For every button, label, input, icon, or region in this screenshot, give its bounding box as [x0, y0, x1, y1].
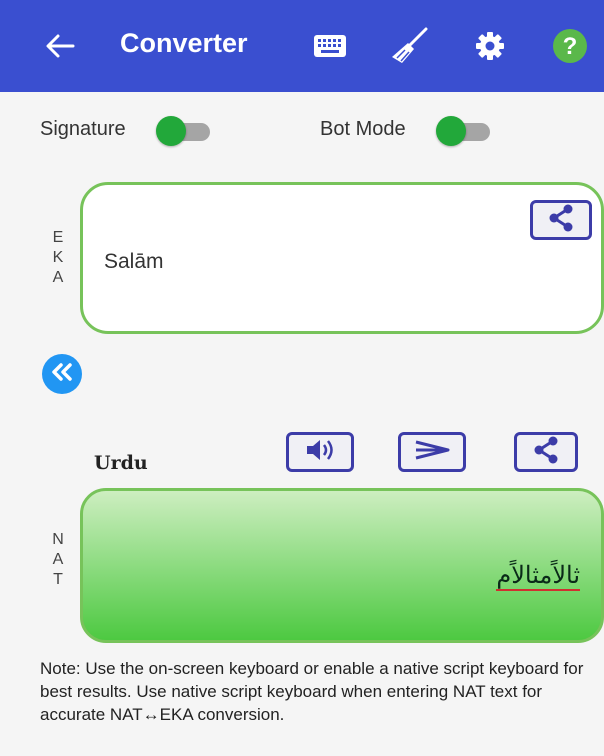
bot-mode-toggle[interactable]: [436, 116, 494, 146]
signature-toggle[interactable]: [156, 116, 214, 146]
page-title: Converter: [120, 28, 248, 58]
back-arrow-icon[interactable]: [38, 26, 82, 66]
speak-button[interactable]: [286, 432, 354, 472]
share-icon: [531, 436, 561, 469]
swap-direction-button[interactable]: [42, 354, 82, 394]
language-label: Urdu: [94, 452, 148, 474]
nat-share-button[interactable]: [514, 432, 578, 472]
nat-text[interactable]: ثالاًمثالاًم: [496, 562, 580, 591]
nat-side-label: N A T: [52, 531, 64, 588]
speaker-icon: [304, 437, 336, 468]
keyboard-icon[interactable]: [308, 26, 352, 66]
send-button[interactable]: [398, 432, 466, 472]
share-icon: [546, 204, 576, 237]
broom-icon[interactable]: [384, 26, 432, 66]
gear-icon[interactable]: [468, 26, 512, 66]
app-bar: Converter ?: [0, 0, 604, 92]
double-chevron-left-icon: [51, 362, 73, 387]
bot-mode-label: Bot Mode: [320, 118, 406, 140]
signature-label: Signature: [40, 118, 126, 140]
eka-text[interactable]: Salām: [104, 250, 164, 274]
help-icon[interactable]: ?: [548, 26, 592, 66]
help-glyph: ?: [563, 33, 578, 60]
eka-share-button[interactable]: [530, 200, 592, 240]
help-note: Note: Use the on-screen keyboard or enab…: [40, 659, 584, 724]
send-icon: [412, 438, 452, 467]
eka-side-label: E K A: [52, 229, 64, 286]
